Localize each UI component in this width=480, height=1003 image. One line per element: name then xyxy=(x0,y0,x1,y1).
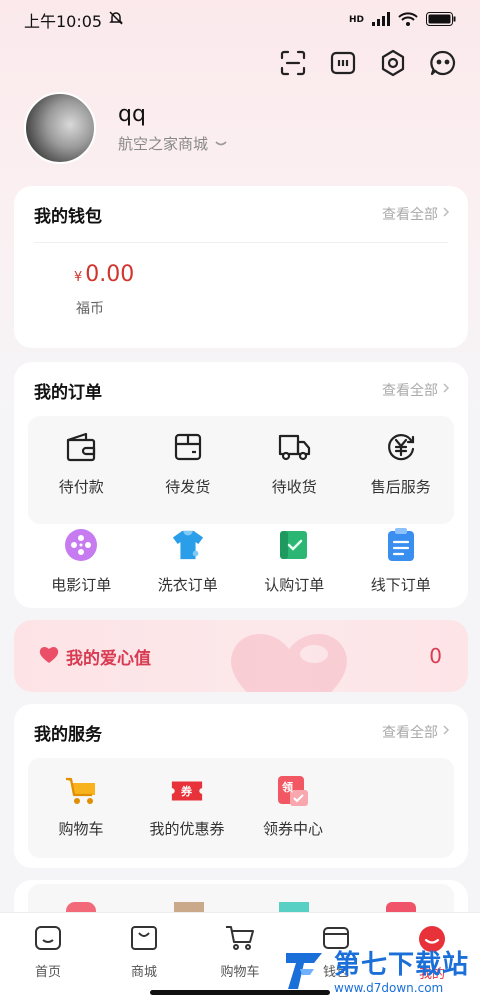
wallet-view-all[interactable]: 查看全部 xyxy=(382,204,450,224)
order-pending-shipment[interactable]: 待发货 xyxy=(135,430,242,497)
service-label: 领券中心 xyxy=(262,820,323,838)
wallet-icon xyxy=(64,430,98,464)
wallet-card: 我的钱包 查看全部 ¥0.00 福币 xyxy=(14,186,468,348)
tab-home[interactable]: 首页 xyxy=(0,913,96,1003)
orders-header: 我的订单 查看全部 xyxy=(14,362,468,418)
order-status-label: 待发货 xyxy=(165,478,211,496)
love-title-label: 我的爱心值 xyxy=(66,648,151,669)
mute-icon xyxy=(108,10,124,30)
love-title: 我的爱心值 xyxy=(38,644,151,669)
love-value: 0 xyxy=(429,644,442,668)
fubi-value: 0.00 xyxy=(85,262,135,287)
order-status-row: 待付款 待发货 待收货 售后服务 xyxy=(28,430,454,497)
shop-switcher[interactable]: 航空之家商城 xyxy=(118,133,228,154)
scroll-check-icon xyxy=(277,528,311,562)
film-reel-icon xyxy=(64,528,98,562)
services-card: 我的服务 查看全部 购物车 券 我的优惠券 领 领券中心 xyxy=(14,704,468,868)
clipboard-icon xyxy=(384,528,418,562)
cart-icon xyxy=(64,774,98,808)
heart-icon xyxy=(38,644,60,669)
box-icon xyxy=(171,430,205,464)
scan-icon[interactable] xyxy=(278,48,308,78)
subscription-orders[interactable]: 认购订单 xyxy=(241,528,348,595)
chevron-right-icon xyxy=(442,206,450,222)
network-label: HD xyxy=(348,15,364,25)
order-pending-payment[interactable]: 待付款 xyxy=(28,430,135,497)
order-type-label: 线下订单 xyxy=(370,576,431,594)
wifi-icon xyxy=(398,11,418,30)
cart-icon xyxy=(225,925,255,955)
truck-icon xyxy=(277,430,311,464)
chevron-right-icon xyxy=(442,382,450,398)
orders-title: 我的订单 xyxy=(34,382,102,403)
coupon-badge: 券 xyxy=(181,785,192,798)
chevron-down-icon xyxy=(214,135,228,153)
watermark: 第七下载站 www.d7down.com xyxy=(282,944,469,995)
tab-label: 商城 xyxy=(130,965,157,980)
home-indicator[interactable] xyxy=(150,990,330,995)
love-value-card[interactable]: 我的爱心值 0 xyxy=(14,620,468,692)
service-my-coupons[interactable]: 券 我的优惠券 xyxy=(134,774,240,839)
services-view-all[interactable]: 查看全部 xyxy=(382,722,450,742)
orders-card: 我的订单 查看全部 待付款 待发货 待收货 售后服务 电影订单 洗衣订单 认购订… xyxy=(14,362,468,608)
coupon-center-badge: 领 xyxy=(282,781,293,794)
service-label: 购物车 xyxy=(58,820,104,838)
coupon-icon: 券 xyxy=(170,774,204,808)
watermark-url: www.d7down.com xyxy=(334,981,444,995)
watermark-logo-icon xyxy=(286,952,322,989)
laundry-orders[interactable]: 洗衣订单 xyxy=(135,528,242,595)
services-row: 购物车 券 我的优惠券 领 领券中心 xyxy=(28,774,346,839)
orders-view-all[interactable]: 查看全部 xyxy=(382,380,450,400)
status-bar: 上午10:05 HD xyxy=(0,0,480,40)
order-type-row: 电影订单 洗衣订单 认购订单 线下订单 xyxy=(28,528,454,595)
services-header: 我的服务 查看全部 xyxy=(14,704,468,760)
service-label: 我的优惠券 xyxy=(149,820,225,838)
service-cart[interactable]: 购物车 xyxy=(28,774,134,839)
avatar[interactable] xyxy=(24,92,96,164)
wallet-view-all-label: 查看全部 xyxy=(382,207,438,223)
tshirt-icon xyxy=(171,528,205,562)
settings-icon[interactable] xyxy=(378,48,408,78)
order-after-sales[interactable]: 售后服务 xyxy=(348,430,455,497)
order-type-label: 认购订单 xyxy=(264,576,325,594)
offline-orders[interactable]: 线下订单 xyxy=(348,528,455,595)
wallet-title: 我的钱包 xyxy=(34,206,102,227)
wallet-header: 我的钱包 查看全部 xyxy=(14,186,468,242)
chat-icon[interactable] xyxy=(428,48,458,78)
battery-icon xyxy=(426,11,456,30)
shop-name: 航空之家商城 xyxy=(118,135,209,153)
fubi-label: 福币 xyxy=(76,301,104,317)
orders-view-all-label: 查看全部 xyxy=(382,383,438,399)
services-view-all-label: 查看全部 xyxy=(382,725,438,741)
heart-decoration-icon xyxy=(231,634,347,692)
signal-icon xyxy=(372,11,390,30)
order-type-label: 电影订单 xyxy=(51,576,112,594)
message-box-icon[interactable] xyxy=(328,48,358,78)
order-pending-receipt[interactable]: 待收货 xyxy=(241,430,348,497)
username: qq xyxy=(118,102,146,127)
services-title: 我的服务 xyxy=(34,724,102,745)
chevron-right-icon xyxy=(442,724,450,740)
fubi-amount[interactable]: ¥0.00 xyxy=(74,262,134,287)
movie-orders[interactable]: 电影订单 xyxy=(28,528,135,595)
tab-label: 购物车 xyxy=(220,965,260,980)
order-type-label: 洗衣订单 xyxy=(157,576,218,594)
status-time: 上午10:05 xyxy=(24,12,103,31)
order-status-label: 待付款 xyxy=(58,478,104,496)
home-icon xyxy=(34,925,62,955)
currency-symbol: ¥ xyxy=(74,270,83,285)
yen-refund-icon xyxy=(384,430,418,464)
coupon-center-icon: 领 xyxy=(276,774,310,808)
divider xyxy=(34,242,448,243)
top-actions xyxy=(278,48,458,78)
service-coupon-center[interactable]: 领 领券中心 xyxy=(240,774,346,839)
watermark-title: 第七下载站 xyxy=(334,950,470,980)
shop-bag-icon xyxy=(130,925,158,955)
profile-header[interactable]: qq 航空之家商城 xyxy=(24,92,228,164)
order-status-label: 待收货 xyxy=(271,478,317,496)
order-status-label: 售后服务 xyxy=(370,478,431,496)
tab-label: 首页 xyxy=(34,965,61,980)
